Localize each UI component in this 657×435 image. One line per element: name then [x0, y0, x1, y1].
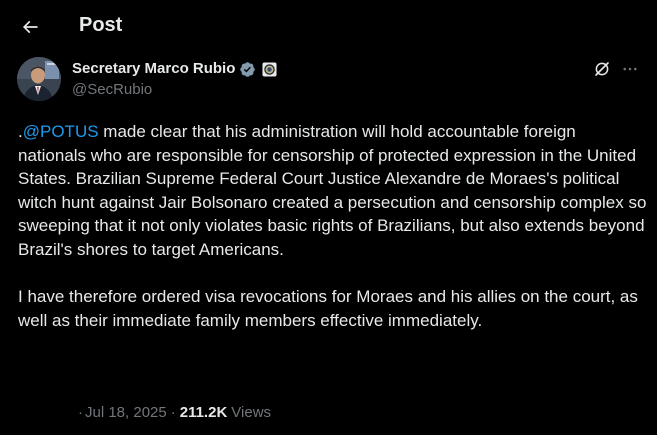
back-button[interactable]: [14, 11, 46, 43]
views-label: Views: [231, 404, 272, 421]
avatar-image: [17, 57, 61, 101]
verified-badge-icon[interactable]: [239, 61, 256, 78]
post-date-link[interactable]: Jul 18, 2025: [85, 403, 167, 423]
views-count: 211.2K: [179, 404, 228, 421]
post-text: .@POTUS made clear that his administrati…: [18, 120, 648, 332]
post-paragraph-2: I have therefore ordered visa revocation…: [18, 287, 638, 330]
meta-separator: ·: [78, 404, 83, 421]
author-name[interactable]: Secretary Marco Rubio: [72, 59, 235, 79]
avatar[interactable]: [17, 57, 61, 101]
header-bar: Post: [0, 0, 657, 50]
post-page: Post Secretary Marco Rubio @SecRubio .@P…: [0, 0, 657, 435]
meta-separator: ·: [170, 404, 176, 421]
more-horizontal-icon: [623, 67, 637, 71]
post-paragraph-1: .@POTUS made clear that his administrati…: [18, 120, 648, 262]
page-title: Post: [79, 14, 123, 36]
author-name-row[interactable]: Secretary Marco Rubio: [72, 59, 277, 79]
government-seal-icon[interactable]: [262, 61, 277, 77]
grok-button[interactable]: [590, 57, 614, 81]
grok-icon: [595, 62, 609, 76]
more-options-button[interactable]: [618, 57, 642, 81]
arrow-left-icon: [22, 20, 38, 34]
post-paragraph-1-text: made clear that his administration will …: [18, 122, 647, 259]
author-handle[interactable]: @SecRubio: [72, 80, 152, 100]
post-meta: · Jul 18, 2025 · 211.2K Views: [78, 403, 271, 423]
mention-link[interactable]: @POTUS: [23, 122, 99, 141]
